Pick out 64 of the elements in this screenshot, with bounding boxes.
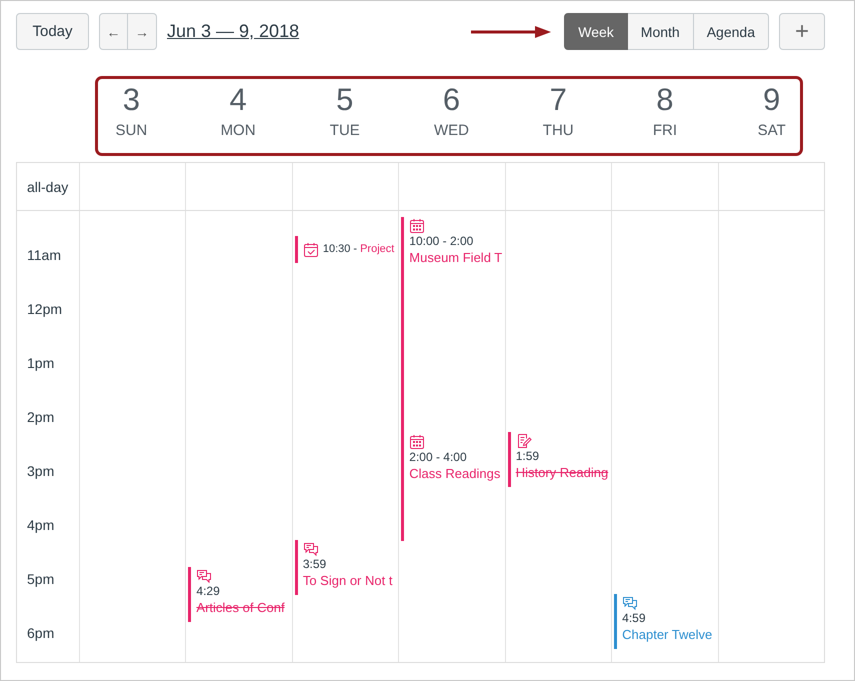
next-button[interactable]: → — [128, 13, 157, 50]
event-title: Class Readings — [409, 464, 500, 482]
speech-bubbles-icon — [196, 568, 212, 584]
calendar-event[interactable]: 10:00 - 2:00 Museum Field T — [401, 216, 505, 433]
calendar-event[interactable]: 4:59 Chapter Twelve — [614, 594, 718, 650]
day-column[interactable]: 10:30 - Project 3:59 To Sign or Not t — [292, 211, 398, 662]
event-time: 10:00 - 2:00 — [409, 234, 474, 249]
view-tab[interactable]: Week — [564, 13, 628, 50]
event-title: Articles of Conf — [196, 599, 285, 616]
event-time: 4:59 — [622, 611, 646, 626]
event-title: Project — [360, 242, 394, 257]
calendar-icon — [409, 218, 426, 234]
weekday-label: FRI — [652, 122, 677, 139]
hour-label: 11am — [27, 247, 61, 263]
day-column[interactable]: 10:00 - 2:00 Museum Field T 2:00 - 4:00 Class Readings — [398, 211, 505, 662]
event-time: 4:29 — [196, 584, 220, 600]
today-button[interactable]: Today — [16, 13, 89, 50]
hour-label: 6pm — [27, 625, 54, 641]
hour-label: 1pm — [27, 355, 54, 371]
calendar-event[interactable]: 10:30 - Project — [294, 236, 398, 263]
calendar-event[interactable]: 1:59 History Reading — [508, 432, 612, 488]
weekday-label: SAT — [758, 122, 786, 139]
speech-bubbles-icon — [302, 541, 319, 558]
event-title: To Sign or Not t — [302, 572, 392, 590]
day-number: 5 — [336, 82, 354, 118]
day-column[interactable]: 4:29 Articles of Conf — [185, 211, 292, 662]
day-number: 9 — [763, 82, 780, 118]
day-column[interactable]: 1:59 History Reading — [504, 211, 612, 662]
hour-label: 4pm — [27, 517, 54, 533]
event-time: 3:59 — [302, 557, 326, 572]
hour-label: 2pm — [27, 409, 54, 425]
hour-label: 12pm — [27, 301, 62, 317]
event-title: Chapter Twelve — [622, 626, 712, 644]
previous-button[interactable]: ← — [99, 13, 128, 50]
weekday-label: TUE — [330, 122, 360, 139]
calendar-event[interactable]: 2:00 - 4:00 Class Readings — [401, 432, 505, 541]
view-tab[interactable]: Month — [628, 13, 694, 50]
day-number: 3 — [122, 82, 140, 118]
event-time: 10:30 - — [322, 242, 358, 257]
weekday-label: THU — [542, 122, 574, 139]
event-time: 1:59 — [516, 449, 540, 464]
speech-bubbles-icon — [622, 595, 638, 612]
hour-label: 3pm — [27, 463, 54, 479]
day-number: 4 — [229, 82, 247, 118]
day-column[interactable]: 4:59 Chapter Twelve — [611, 211, 718, 662]
day-number: 8 — [656, 82, 674, 118]
all-day-label: all-day — [26, 178, 70, 195]
calendar-icon — [409, 434, 426, 450]
add-button[interactable]: + — [779, 13, 825, 50]
weekday-label: WED — [434, 122, 469, 139]
calendar-check-icon — [302, 242, 319, 258]
view-tab[interactable]: Agenda — [694, 13, 769, 50]
hour-label: 5pm — [27, 571, 54, 587]
weekday-label: MON — [220, 122, 256, 139]
day-number: 6 — [442, 82, 460, 118]
day-number: 7 — [550, 82, 567, 118]
calendar-event[interactable]: 4:29 Articles of Conf — [188, 567, 292, 622]
event-time: 2:00 - 4:00 — [409, 450, 467, 465]
document-pencil-icon — [516, 433, 532, 450]
event-title: History Reading — [516, 464, 608, 482]
weekday-label: SUN — [116, 122, 148, 139]
event-title: Museum Field T — [409, 248, 502, 266]
date-range-link[interactable]: Jun 3 — 9, 2018 — [167, 21, 300, 42]
calendar-event[interactable]: 3:59 To Sign or Not t — [294, 540, 398, 596]
